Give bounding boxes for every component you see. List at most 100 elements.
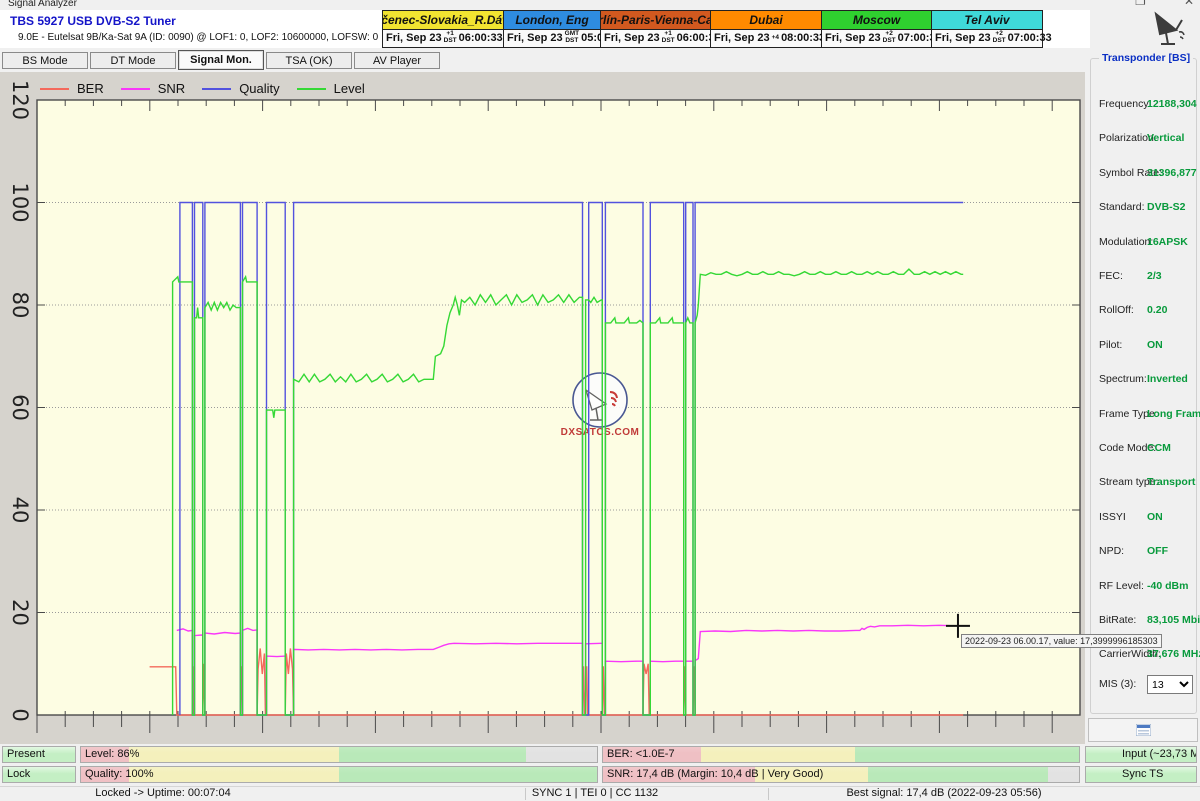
transponder-groupbox: Transponder [BS] Frequency:12188,304 MHz… (1090, 58, 1197, 714)
legend-item-ber: BER (40, 81, 104, 96)
window-maximize-button[interactable]: ❐ (1135, 0, 1146, 8)
stream-list-button[interactable] (1088, 718, 1198, 742)
clock-hms: 07:00:33 (1008, 32, 1052, 44)
transponder-row-value: Inverted (1147, 373, 1188, 385)
meter-zone-yellow (701, 747, 856, 762)
world-clocks: Lučenec-Slovakia_R.DávidFri, Sep 23+1DST… (382, 10, 1043, 48)
meter-label: Quality: 100% (85, 768, 153, 780)
clock-zone-dst: DST (993, 38, 1006, 45)
transponder-row: NPD:OFF (1091, 545, 1196, 559)
transponder-row-value: 2/3 (1147, 270, 1162, 282)
clock-time: Fri, Sep 23GMTDST05:00:33 (504, 30, 600, 48)
y-axis-label-40: 40 (8, 497, 32, 524)
transponder-row: ISSYION (1091, 511, 1196, 525)
meter-snr: SNR: 17,4 dB (Margin: 10,4 dB | Very Goo… (602, 766, 1080, 783)
legend-swatch-quality (202, 88, 231, 90)
legend-swatch-ber (40, 88, 69, 90)
list-icon (1136, 724, 1151, 736)
mis-select[interactable]: 13 (1147, 675, 1193, 694)
clock-2: Berlín-Paris-Vienna-CairoFri, Sep 23+1DS… (601, 11, 711, 47)
transponder-row-label: BitRate: (1099, 614, 1136, 626)
meter-level: Level: 86% (80, 746, 598, 763)
clock-date: Fri, Sep 23 (935, 32, 991, 44)
status-text: Locked -> Uptime: 00:07:04 (95, 787, 230, 799)
y-axis-label-60: 60 (8, 394, 32, 421)
meter-zone-gray (1048, 767, 1079, 782)
meter-zone-green (855, 747, 1079, 762)
clock-city-label: Dubai (711, 11, 821, 30)
transponder-row: Stream type:Transport (1091, 476, 1196, 490)
legend-swatch-snr (121, 88, 150, 90)
transponder-row: Polarization:Vertical (1091, 132, 1196, 146)
chart-tooltip: 2022-09-23 06.00.17, value: 17,399999618… (961, 634, 1162, 648)
clock-zone-dst: DST (444, 38, 457, 45)
tab-dt-mode[interactable]: DT Mode (90, 52, 176, 69)
legend-item-snr: SNR (121, 81, 185, 96)
transponder-row-value: 31396,877 KS/s (1147, 167, 1200, 179)
clock-date: Fri, Sep 23 (604, 32, 660, 44)
clock-time: Fri, Sep 23+1DST06:00:33 (601, 30, 710, 48)
transponder-row-value: 83,105 Mbit/s (1147, 614, 1200, 626)
meter-label: BER: <1.0E-7 (607, 748, 675, 760)
transponder-row-value: 37,676 MHz (1147, 648, 1200, 660)
clock-time: Fri, Sep 23+1DST06:00:33 (383, 30, 503, 48)
meter-label: SNR: 17,4 dB (Margin: 10,4 dB | Very Goo… (607, 768, 823, 780)
clock-time: Fri, Sep 23+2DST07:00:33 (932, 30, 1042, 48)
mis-label: MIS (3): (1099, 678, 1136, 690)
y-axis-label-80: 80 (8, 292, 32, 319)
clock-time: Fri, Sep 23+2DST07:00:33 (822, 30, 931, 48)
transponder-row: RollOff:0.20 (1091, 304, 1196, 318)
signal-chart-panel: BERSNRQualityLevel 020406080100120DXSATC… (0, 72, 1085, 744)
transponder-row-value: -40 dBm (1147, 580, 1188, 592)
meter-label: Present (7, 748, 45, 760)
status-text: Best signal: 17,4 dB (2022-09-23 05:56) (846, 787, 1041, 799)
tab-av-player[interactable]: AV Player (354, 52, 440, 69)
transponder-row-value: CCM (1147, 442, 1171, 454)
transponder-row: FEC:2/3 (1091, 270, 1196, 284)
clock-5: Tel AvivFri, Sep 23+2DST07:00:33 (932, 11, 1042, 47)
transponder-row-label: Standard: (1099, 201, 1145, 213)
tab-signal-mon-[interactable]: Signal Mon. (178, 50, 264, 70)
legend-item-level: Level (297, 81, 365, 96)
meter-label: Level: 86% (85, 748, 139, 760)
meter-label: Input (~23,73 Mbps) (1122, 748, 1197, 760)
meter-label: Sync TS (1122, 768, 1163, 780)
transponder-row: Symbol Rate:31396,877 KS/s (1091, 167, 1196, 181)
signal-analyzer-window: { "window": {"title": "Signal Analyzer",… (0, 0, 1200, 800)
tuner-subtitle: 9.0E - Eutelsat 9B/Ka-Sat 9A (ID: 0090) … (18, 32, 378, 43)
clock-time: Fri, Sep 23+408:00:33 (711, 30, 821, 48)
clock-zone-dst: DST (565, 38, 578, 45)
signal-history-chart[interactable]: 020406080100120DXSATCS.COM (0, 72, 1085, 744)
clock-date: Fri, Sep 23 (825, 32, 881, 44)
transponder-row-value: Vertical (1147, 132, 1184, 144)
meter-lock: Lock (2, 766, 76, 783)
transponder-row: BitRate:83,105 Mbit/s (1091, 614, 1196, 628)
meter-zone-green (339, 767, 597, 782)
window-titlebar: Signal Analyzer ❐ ✕ (0, 0, 1200, 10)
y-axis-label-120: 120 (8, 80, 32, 120)
y-axis-label-100: 100 (8, 182, 32, 222)
meter-row-1: Present Level: 86% BER: <1.0E-7 Input (~23,… (0, 746, 1200, 764)
tab-tsa-ok-[interactable]: TSA (OK) (266, 52, 352, 69)
legend-swatch-level (297, 88, 326, 90)
satellite-dish-icon (1146, 6, 1192, 48)
legend-label: SNR (158, 81, 185, 96)
transponder-row: Standard:DVB-S2 (1091, 201, 1196, 215)
transponder-row-label: Pilot: (1099, 339, 1122, 351)
transponder-row-value: ON (1147, 511, 1163, 523)
clock-zone-dst: DST (662, 38, 675, 45)
transponder-row-value: DVB-S2 (1147, 201, 1186, 213)
clock-zone: +2DST (881, 31, 898, 45)
clock-zone-dst: DST (883, 38, 896, 45)
clock-4: MoscowFri, Sep 23+2DST07:00:33 (822, 11, 932, 47)
clock-zone: +1DST (442, 31, 459, 45)
meter-row-2: Lock Quality: 100% SNR: 17,4 dB (Margin: 1… (0, 766, 1200, 784)
transponder-row-value: 0.20 (1147, 304, 1167, 316)
transponder-row-value: ON (1147, 339, 1163, 351)
transponder-row-label: Modulation: (1099, 236, 1153, 248)
transponder-row: Modulation:16APSK (1091, 236, 1196, 250)
tab-strip: BS ModeDT ModeSignal Mon.TSA (OK)AV Play… (0, 48, 1200, 72)
tab-bs-mode[interactable]: BS Mode (2, 52, 88, 69)
transponder-row: Spectrum:Inverted (1091, 373, 1196, 387)
clock-zone: +2DST (991, 31, 1008, 45)
